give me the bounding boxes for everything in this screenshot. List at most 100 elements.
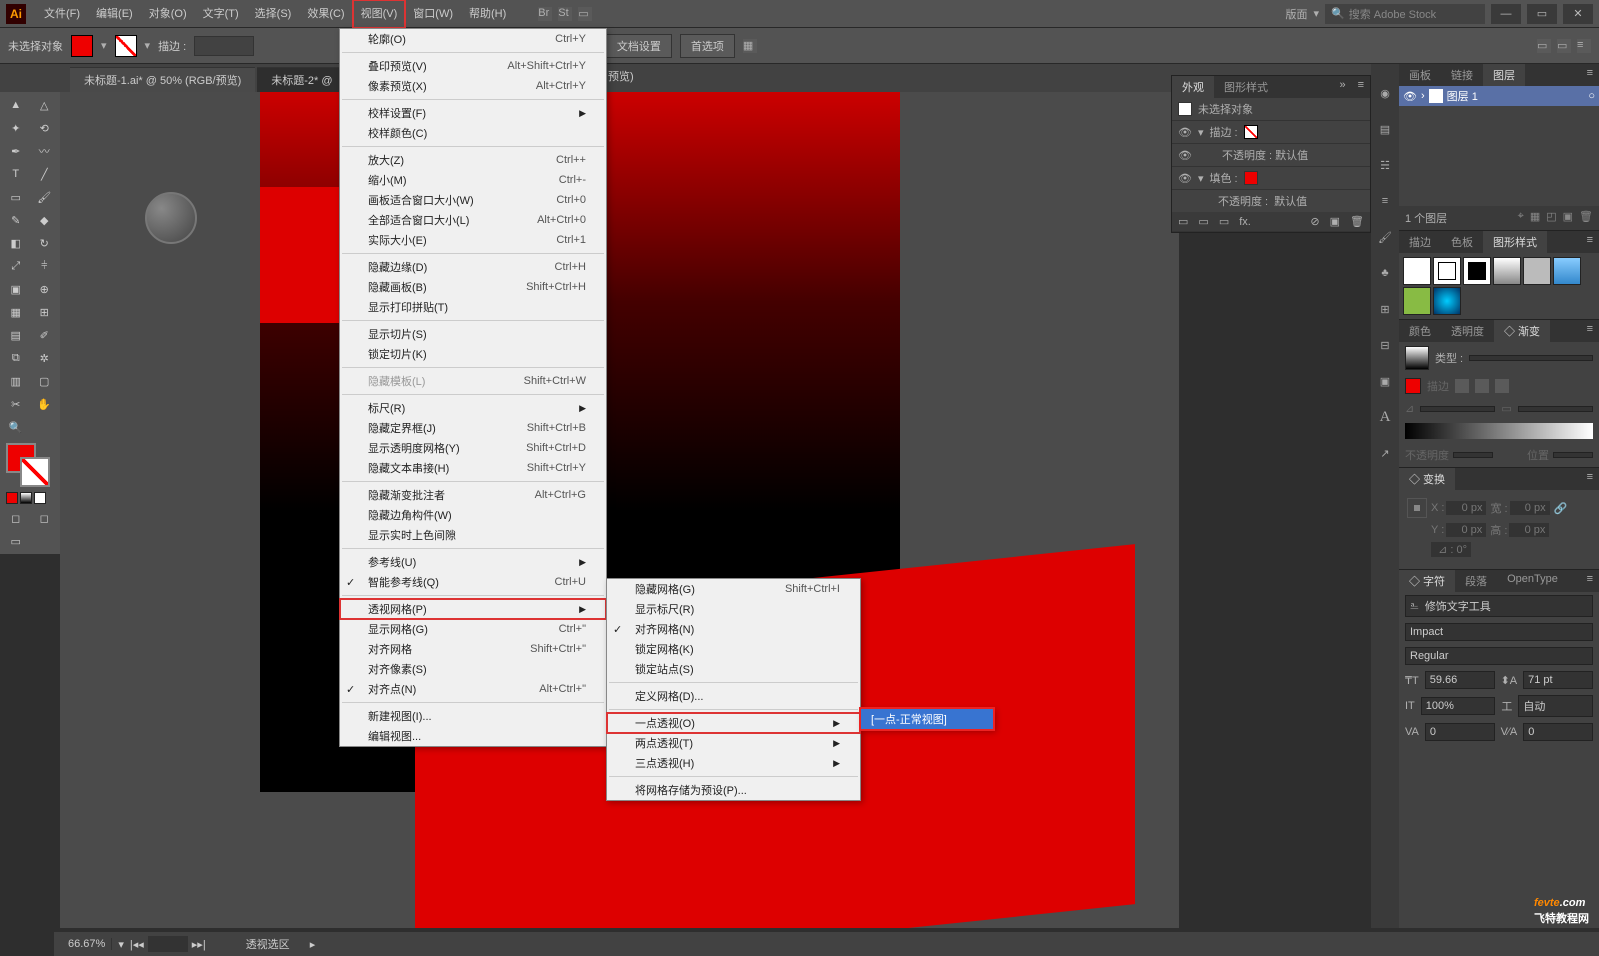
- reference-point[interactable]: [1407, 498, 1427, 518]
- mesh-tool[interactable]: ⊞: [31, 301, 59, 323]
- swatch[interactable]: [1433, 287, 1461, 315]
- new-sublayer-icon[interactable]: ◰: [1546, 210, 1556, 226]
- direct-selection-tool[interactable]: △: [31, 94, 59, 116]
- nav-first-icon[interactable]: |◂: [130, 938, 138, 951]
- angle-value[interactable]: ⊿ : 0°: [1431, 542, 1471, 557]
- target-icon[interactable]: ○: [1588, 90, 1595, 102]
- stroke-type1-icon[interactable]: [1455, 379, 1469, 393]
- canvas[interactable]: [60, 92, 1179, 928]
- menu-item[interactable]: 叠印预览(V)Alt+Shift+Ctrl+Y: [340, 56, 606, 76]
- stroke-panel-icon[interactable]: ≡: [1376, 192, 1394, 210]
- eyedropper-tool[interactable]: ✐: [31, 324, 59, 346]
- menu-view[interactable]: 视图(V): [353, 0, 406, 28]
- menu-item[interactable]: 锁定站点(S): [607, 659, 860, 679]
- color-themes-icon[interactable]: ▤: [1376, 120, 1394, 138]
- angle-input[interactable]: [1420, 406, 1495, 412]
- menu-item[interactable]: 显示切片(S): [340, 324, 606, 344]
- menu-item[interactable]: 缩小(M)Ctrl+-: [340, 170, 606, 190]
- eraser-tool[interactable]: ◧: [2, 232, 30, 254]
- stroke-swatch[interactable]: [115, 35, 137, 57]
- panel-menu-icon[interactable]: ≡: [1581, 320, 1599, 342]
- menu-item[interactable]: 隐藏边角构件(W): [340, 505, 606, 525]
- rectangle-tool[interactable]: ▭: [2, 186, 30, 208]
- mini-sw-gradient[interactable]: [20, 492, 32, 504]
- symbol-sprayer-tool[interactable]: ✲: [31, 347, 59, 369]
- transform-icon[interactable]: ⊞: [1376, 300, 1394, 318]
- nav-last-icon[interactable]: ▸|: [197, 938, 205, 951]
- one-point-normal-view[interactable]: [一点-正常视图]: [861, 709, 993, 729]
- vscale-input[interactable]: 100%: [1421, 697, 1496, 715]
- swatch[interactable]: [1403, 287, 1431, 315]
- transparency-tab[interactable]: 透明度: [1441, 320, 1494, 342]
- opentype-tab[interactable]: OpenType: [1497, 570, 1568, 592]
- new-layer-icon[interactable]: ▣: [1563, 210, 1573, 226]
- menu-file[interactable]: 文件(F): [36, 0, 88, 28]
- appearance-opacity2-row[interactable]: 不透明度 : 默认值: [1172, 190, 1370, 212]
- pathfinder-icon[interactable]: ▣: [1376, 372, 1394, 390]
- width-tool[interactable]: ⫩: [31, 255, 59, 277]
- dropdown-icon[interactable]: ▾: [101, 39, 107, 52]
- perspective-widget[interactable]: [145, 192, 197, 244]
- add-effect-icon[interactable]: fx.: [1239, 216, 1251, 228]
- stroke-swatch[interactable]: [1244, 125, 1258, 139]
- tracking-input[interactable]: 0: [1523, 723, 1593, 741]
- paintbrush-tool[interactable]: 🖌: [31, 186, 59, 208]
- duplicate-icon[interactable]: ▣: [1330, 215, 1340, 228]
- fill-stroke-swatches[interactable]: [2, 439, 58, 489]
- stroke-type2-icon[interactable]: [1475, 379, 1489, 393]
- draw-normal[interactable]: ◻: [2, 507, 30, 529]
- stroke-type3-icon[interactable]: [1495, 379, 1509, 393]
- nav-prev-icon[interactable]: ◂: [138, 938, 144, 951]
- panel-option-icon[interactable]: ▭: [1557, 39, 1571, 53]
- panel-menu-icon[interactable]: ≡: [1581, 468, 1599, 490]
- symbols-icon[interactable]: ♣: [1376, 264, 1394, 282]
- swatch[interactable]: [1403, 257, 1431, 285]
- swatches-tab[interactable]: 色板: [1441, 231, 1483, 253]
- stop-color[interactable]: [1405, 378, 1421, 394]
- menu-item[interactable]: 隐藏画板(B)Shift+Ctrl+H: [340, 277, 606, 297]
- menu-item[interactable]: 显示标尺(R): [607, 599, 860, 619]
- trash-icon[interactable]: 🗑: [1579, 210, 1593, 226]
- trash-icon[interactable]: 🗑: [1350, 215, 1364, 228]
- bridge-icon[interactable]: Br: [538, 7, 552, 21]
- lasso-tool[interactable]: ⟲: [31, 117, 59, 139]
- line-tool[interactable]: ╱: [31, 163, 59, 185]
- dropdown-icon[interactable]: ▾: [1313, 7, 1319, 20]
- appearance-tab[interactable]: 外观: [1172, 76, 1214, 98]
- menu-item[interactable]: 实际大小(E)Ctrl+1: [340, 230, 606, 250]
- font-style-select[interactable]: Regular: [1405, 647, 1593, 665]
- mini-sw-color[interactable]: [6, 492, 18, 504]
- rotate-tool[interactable]: ↻: [31, 232, 59, 254]
- align-icon[interactable]: ⊟: [1376, 336, 1394, 354]
- menu-item[interactable]: ✓智能参考线(Q)Ctrl+U: [340, 572, 606, 592]
- background-swatch[interactable]: [20, 457, 50, 487]
- menu-item[interactable]: 显示实时上色间隙: [340, 525, 606, 545]
- draw-behind[interactable]: ◻: [31, 507, 59, 529]
- panel-menu-icon[interactable]: ≡: [1577, 39, 1591, 53]
- menu-item[interactable]: 校样颜色(C): [340, 123, 606, 143]
- zoom-level[interactable]: 66.67%: [62, 938, 112, 950]
- menu-item[interactable]: 显示透明度网格(Y)Shift+Ctrl+D: [340, 438, 606, 458]
- magic-wand-tool[interactable]: ✦: [2, 117, 30, 139]
- arrange-icon[interactable]: ▭: [578, 7, 592, 21]
- panel-menu-icon[interactable]: ≡: [1581, 231, 1599, 253]
- menu-item[interactable]: 校样设置(F)▶: [340, 103, 606, 123]
- minimize-button[interactable]: —: [1491, 4, 1521, 24]
- menu-item[interactable]: 透视网格(P)▶: [340, 599, 606, 619]
- menu-item[interactable]: 编辑视图...: [340, 726, 606, 746]
- menu-window[interactable]: 窗口(W): [405, 0, 461, 28]
- artboard-number[interactable]: [148, 936, 188, 952]
- menu-item[interactable]: 画板适合窗口大小(W)Ctrl+0: [340, 190, 606, 210]
- doc-tab-1[interactable]: 未标题-1.ai* @ 50% (RGB/预览): [70, 67, 255, 92]
- appearance-opacity-row[interactable]: 👁 不透明度 : 默认值: [1172, 144, 1370, 167]
- blend-tool[interactable]: ⧉: [2, 347, 30, 369]
- maximize-button[interactable]: ▭: [1527, 4, 1557, 24]
- shape-builder-tool[interactable]: ⊕: [31, 278, 59, 300]
- leading-input[interactable]: 71 pt: [1523, 671, 1593, 689]
- fill-swatch[interactable]: [71, 35, 93, 57]
- slice-tool[interactable]: ✂: [2, 393, 30, 415]
- menu-item[interactable]: 隐藏网格(G)Shift+Ctrl+I: [607, 579, 860, 599]
- color-wheel-icon[interactable]: ◉: [1376, 84, 1394, 102]
- touch-type-button[interactable]: ⎁ 修饰文字工具: [1405, 595, 1593, 617]
- locate-icon[interactable]: ⌖: [1518, 210, 1524, 226]
